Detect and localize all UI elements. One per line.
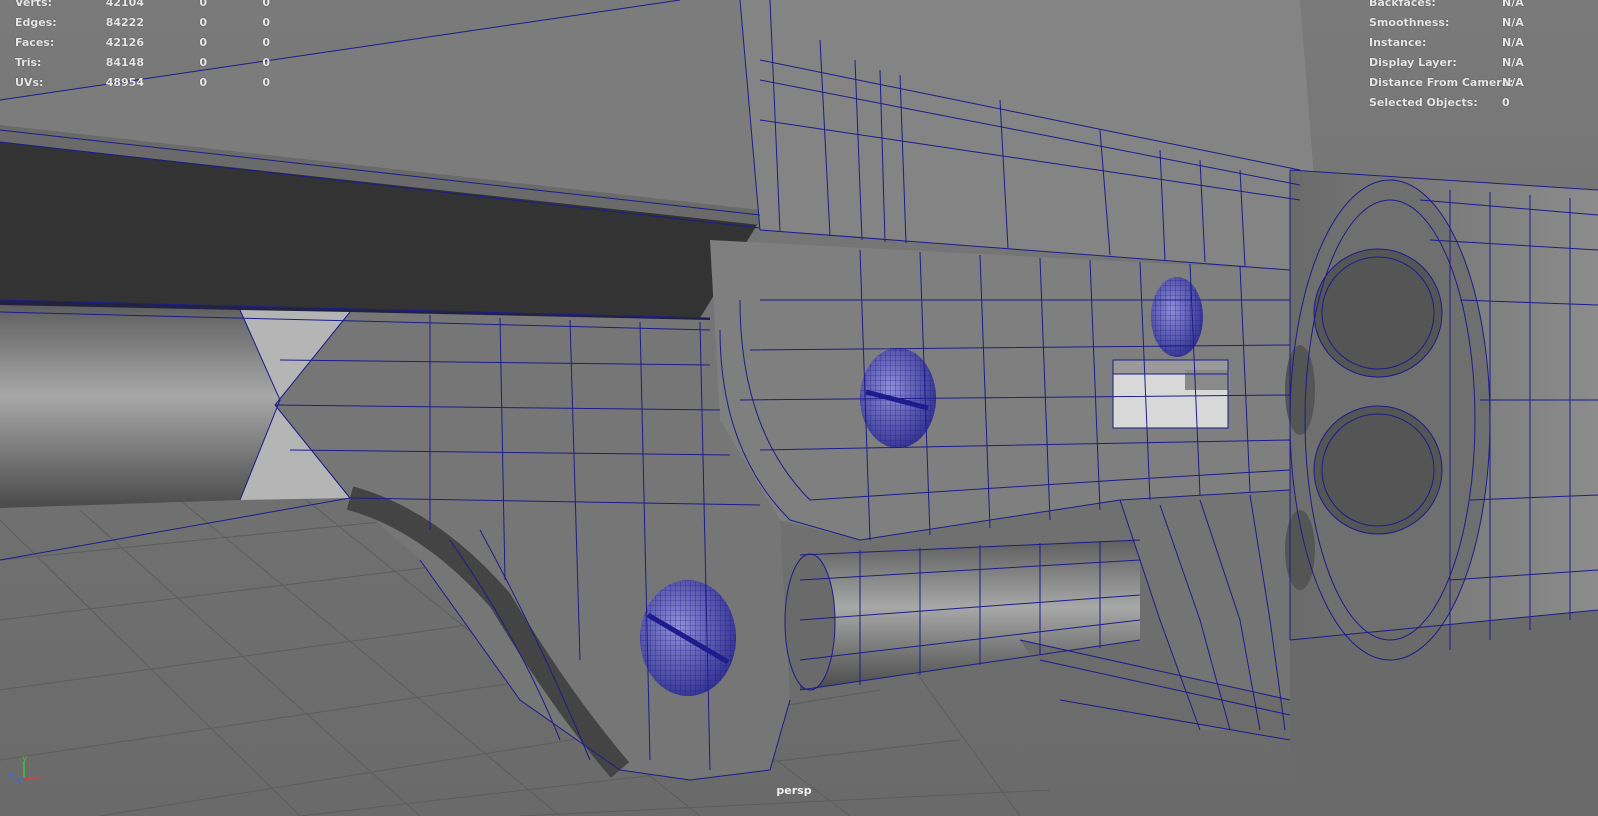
hud-label: Backfaces: [1369,0,1436,9]
hud-label: Tris: [15,56,42,69]
hud-label: Smoothness: [1369,16,1450,29]
hud-value: 0 [1502,96,1510,109]
hud-value: 0 [262,16,270,29]
hud-value: 48954 [105,76,144,89]
x-axis-label: x [36,773,42,783]
hud-value: 84222 [105,16,144,29]
hud-label: Selected Objects: [1369,96,1478,109]
hud-value: 42104 [105,0,144,9]
hud-value: 0 [199,0,207,9]
hud-value: N/A [1502,16,1524,29]
hud-value: 0 [262,36,270,49]
perspective-scene[interactable] [0,0,1598,816]
hud-label: Edges: [15,16,57,29]
axis-gizmo-icon: y x z [9,754,42,783]
hud-value: N/A [1502,0,1524,9]
hud-value: N/A [1502,36,1524,49]
hud-label: Instance: [1369,36,1427,49]
hud-value: 0 [199,16,207,29]
y-axis-label: y [22,754,28,764]
hud-value: 0 [199,36,207,49]
hud-label: UVs: [15,76,44,89]
hud-value: 0 [199,56,207,69]
hud-value: 84148 [105,56,144,69]
hud-label: Faces: [15,36,55,49]
hud-value: 0 [262,76,270,89]
hud-label: Distance From Camera: [1369,76,1514,89]
hud-value: 0 [262,56,270,69]
hud-value: 0 [199,76,207,89]
hud-value: 42126 [105,36,144,49]
hud-label: Verts: [15,0,53,9]
camera-label: persp [776,784,812,797]
latch-pin [1113,360,1230,428]
hud-label: Display Layer: [1369,56,1457,69]
3d-viewport[interactable]: Verts: 42104 0 0 Edges: 84222 0 0 Faces:… [0,0,1598,816]
hud-value: N/A [1502,76,1524,89]
hud-value: N/A [1502,56,1524,69]
revolver-drum [1285,170,1598,816]
hud-value: 0 [262,0,270,9]
z-axis-label: z [9,772,14,782]
z-axis-line [15,777,25,783]
